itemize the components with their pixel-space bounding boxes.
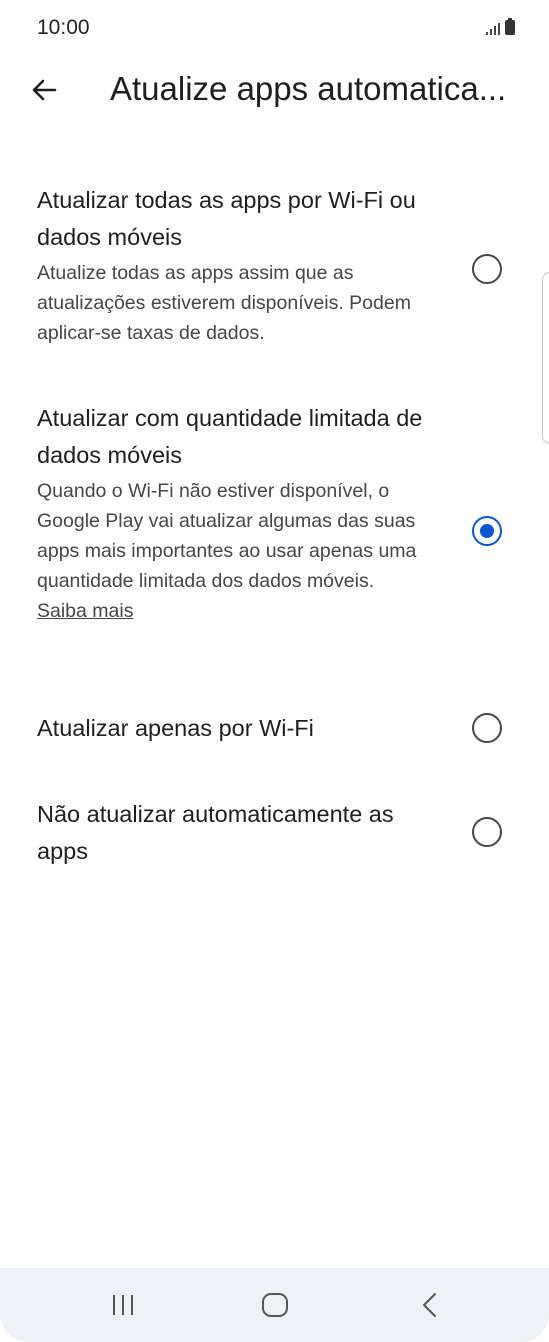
- radio-button-wifi-only[interactable]: [472, 713, 502, 743]
- back-nav-button[interactable]: [405, 1282, 455, 1328]
- option-all-networks[interactable]: Atualizar todas as apps por Wi-Fi ou dad…: [0, 182, 549, 352]
- learn-more-link[interactable]: Saiba mais: [37, 600, 133, 622]
- option-title: Atualizar todas as apps por Wi-Fi ou dad…: [37, 187, 416, 250]
- option-description: Atualize todas as apps assim que as atua…: [37, 262, 411, 344]
- recent-apps-icon: [113, 1295, 133, 1315]
- signal-icon: [486, 21, 500, 35]
- status-icons: [486, 18, 515, 35]
- option-title: Atualizar apenas por Wi-Fi: [37, 715, 314, 741]
- option-title: Não atualizar automaticamente as apps: [37, 801, 394, 864]
- option-text: Atualizar com quantidade limitada de dad…: [37, 400, 427, 626]
- option-description-text: Quando o Wi-Fi não estiver disponível, o…: [37, 480, 417, 592]
- top-app-bar: Atualize apps automatica...: [0, 62, 549, 122]
- system-nav-bar: [0, 1268, 549, 1342]
- option-limited-data[interactable]: Atualizar com quantidade limitada de dad…: [0, 400, 549, 662]
- option-wifi-only[interactable]: Atualizar apenas por Wi-Fi: [0, 710, 549, 750]
- home-icon: [262, 1293, 288, 1317]
- back-arrow-button[interactable]: [22, 68, 66, 112]
- option-text: Atualizar todas as apps por Wi-Fi ou dad…: [37, 182, 427, 348]
- battery-icon: [505, 18, 515, 35]
- option-text: Não atualizar automaticamente as apps: [37, 796, 427, 870]
- option-text: Atualizar apenas por Wi-Fi: [37, 710, 427, 747]
- home-button[interactable]: [250, 1282, 300, 1328]
- status-time: 10:00: [37, 16, 90, 39]
- back-arrow-icon: [32, 79, 57, 101]
- radio-button-limited-data[interactable]: [472, 516, 502, 546]
- recent-apps-button[interactable]: [98, 1282, 148, 1328]
- option-title: Atualizar com quantidade limitada de dad…: [37, 405, 423, 468]
- radio-button-all-networks[interactable]: [472, 254, 502, 284]
- radio-button-no-auto-update[interactable]: [472, 817, 502, 847]
- option-description: Quando o Wi-Fi não estiver disponível, o…: [37, 476, 427, 626]
- back-chevron-icon: [423, 1293, 436, 1317]
- page-title: Atualize apps automatica...: [110, 70, 507, 107]
- status-bar: 10:00: [0, 0, 549, 60]
- option-no-auto-update[interactable]: Não atualizar automaticamente as apps: [0, 796, 549, 872]
